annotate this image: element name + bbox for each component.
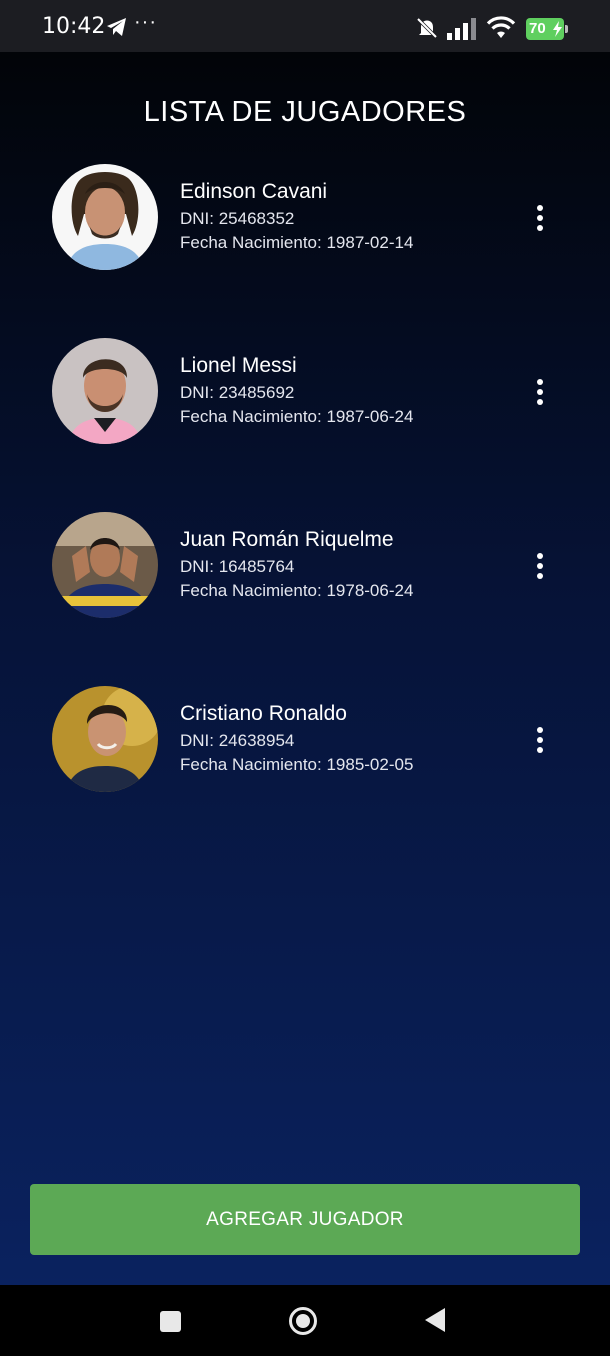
player-name: Juan Román Riquelme xyxy=(180,528,394,551)
player-row[interactable]: Lionel Messi DNI: 23485692 Fecha Nacimie… xyxy=(0,338,610,448)
player-avatar xyxy=(52,164,158,270)
battery-charging-icon: 70 xyxy=(526,18,568,40)
player-row[interactable]: Edinson Cavani DNI: 25468352 Fecha Nacim… xyxy=(0,164,610,274)
player-birth-date: Fecha Nacimiento: 1987-02-14 xyxy=(180,233,414,252)
more-options-icon[interactable] xyxy=(524,374,556,410)
player-row[interactable]: Cristiano Ronaldo DNI: 24638954 Fecha Na… xyxy=(0,686,610,796)
player-birth-date: Fecha Nacimiento: 1985-02-05 xyxy=(180,755,414,774)
player-dni: DNI: 23485692 xyxy=(180,383,295,402)
more-dots-icon: ··· xyxy=(134,11,157,33)
player-row[interactable]: Juan Román Riquelme DNI: 16485764 Fecha … xyxy=(0,512,610,622)
more-options-icon[interactable] xyxy=(524,200,556,236)
player-birth-date: Fecha Nacimiento: 1987-06-24 xyxy=(180,407,414,426)
add-player-button[interactable]: AGREGAR JUGADOR xyxy=(30,1184,580,1255)
back-icon[interactable] xyxy=(424,1307,446,1333)
navigation-bar xyxy=(0,1285,610,1356)
more-options-icon[interactable] xyxy=(524,548,556,584)
charging-bolt-icon xyxy=(553,21,562,37)
players-screen: LISTA DE JUGADORES Edinson Cavani DNI: 2… xyxy=(0,52,610,1285)
player-dni: DNI: 16485764 xyxy=(180,557,295,576)
telegram-icon xyxy=(107,18,126,36)
player-name: Edinson Cavani xyxy=(180,180,328,203)
status-time: 10:42 xyxy=(42,14,106,39)
mute-icon xyxy=(416,17,438,39)
player-avatar xyxy=(52,686,158,792)
recents-icon[interactable] xyxy=(160,1311,181,1332)
home-icon[interactable] xyxy=(288,1306,318,1336)
player-avatar xyxy=(52,512,158,618)
status-bar: 10:42 ··· 70 xyxy=(0,0,610,52)
more-options-icon[interactable] xyxy=(524,722,556,758)
battery-tip xyxy=(565,25,568,33)
player-dni: DNI: 25468352 xyxy=(180,209,295,228)
page-title: LISTA DE JUGADORES xyxy=(143,96,467,128)
player-name: Lionel Messi xyxy=(180,354,297,377)
signal-icon xyxy=(447,18,476,40)
player-birth-date: Fecha Nacimiento: 1978-06-24 xyxy=(180,581,414,600)
player-dni: DNI: 24638954 xyxy=(180,731,295,750)
player-name: Cristiano Ronaldo xyxy=(180,702,347,725)
player-avatar xyxy=(52,338,158,444)
wifi-icon xyxy=(486,16,516,38)
